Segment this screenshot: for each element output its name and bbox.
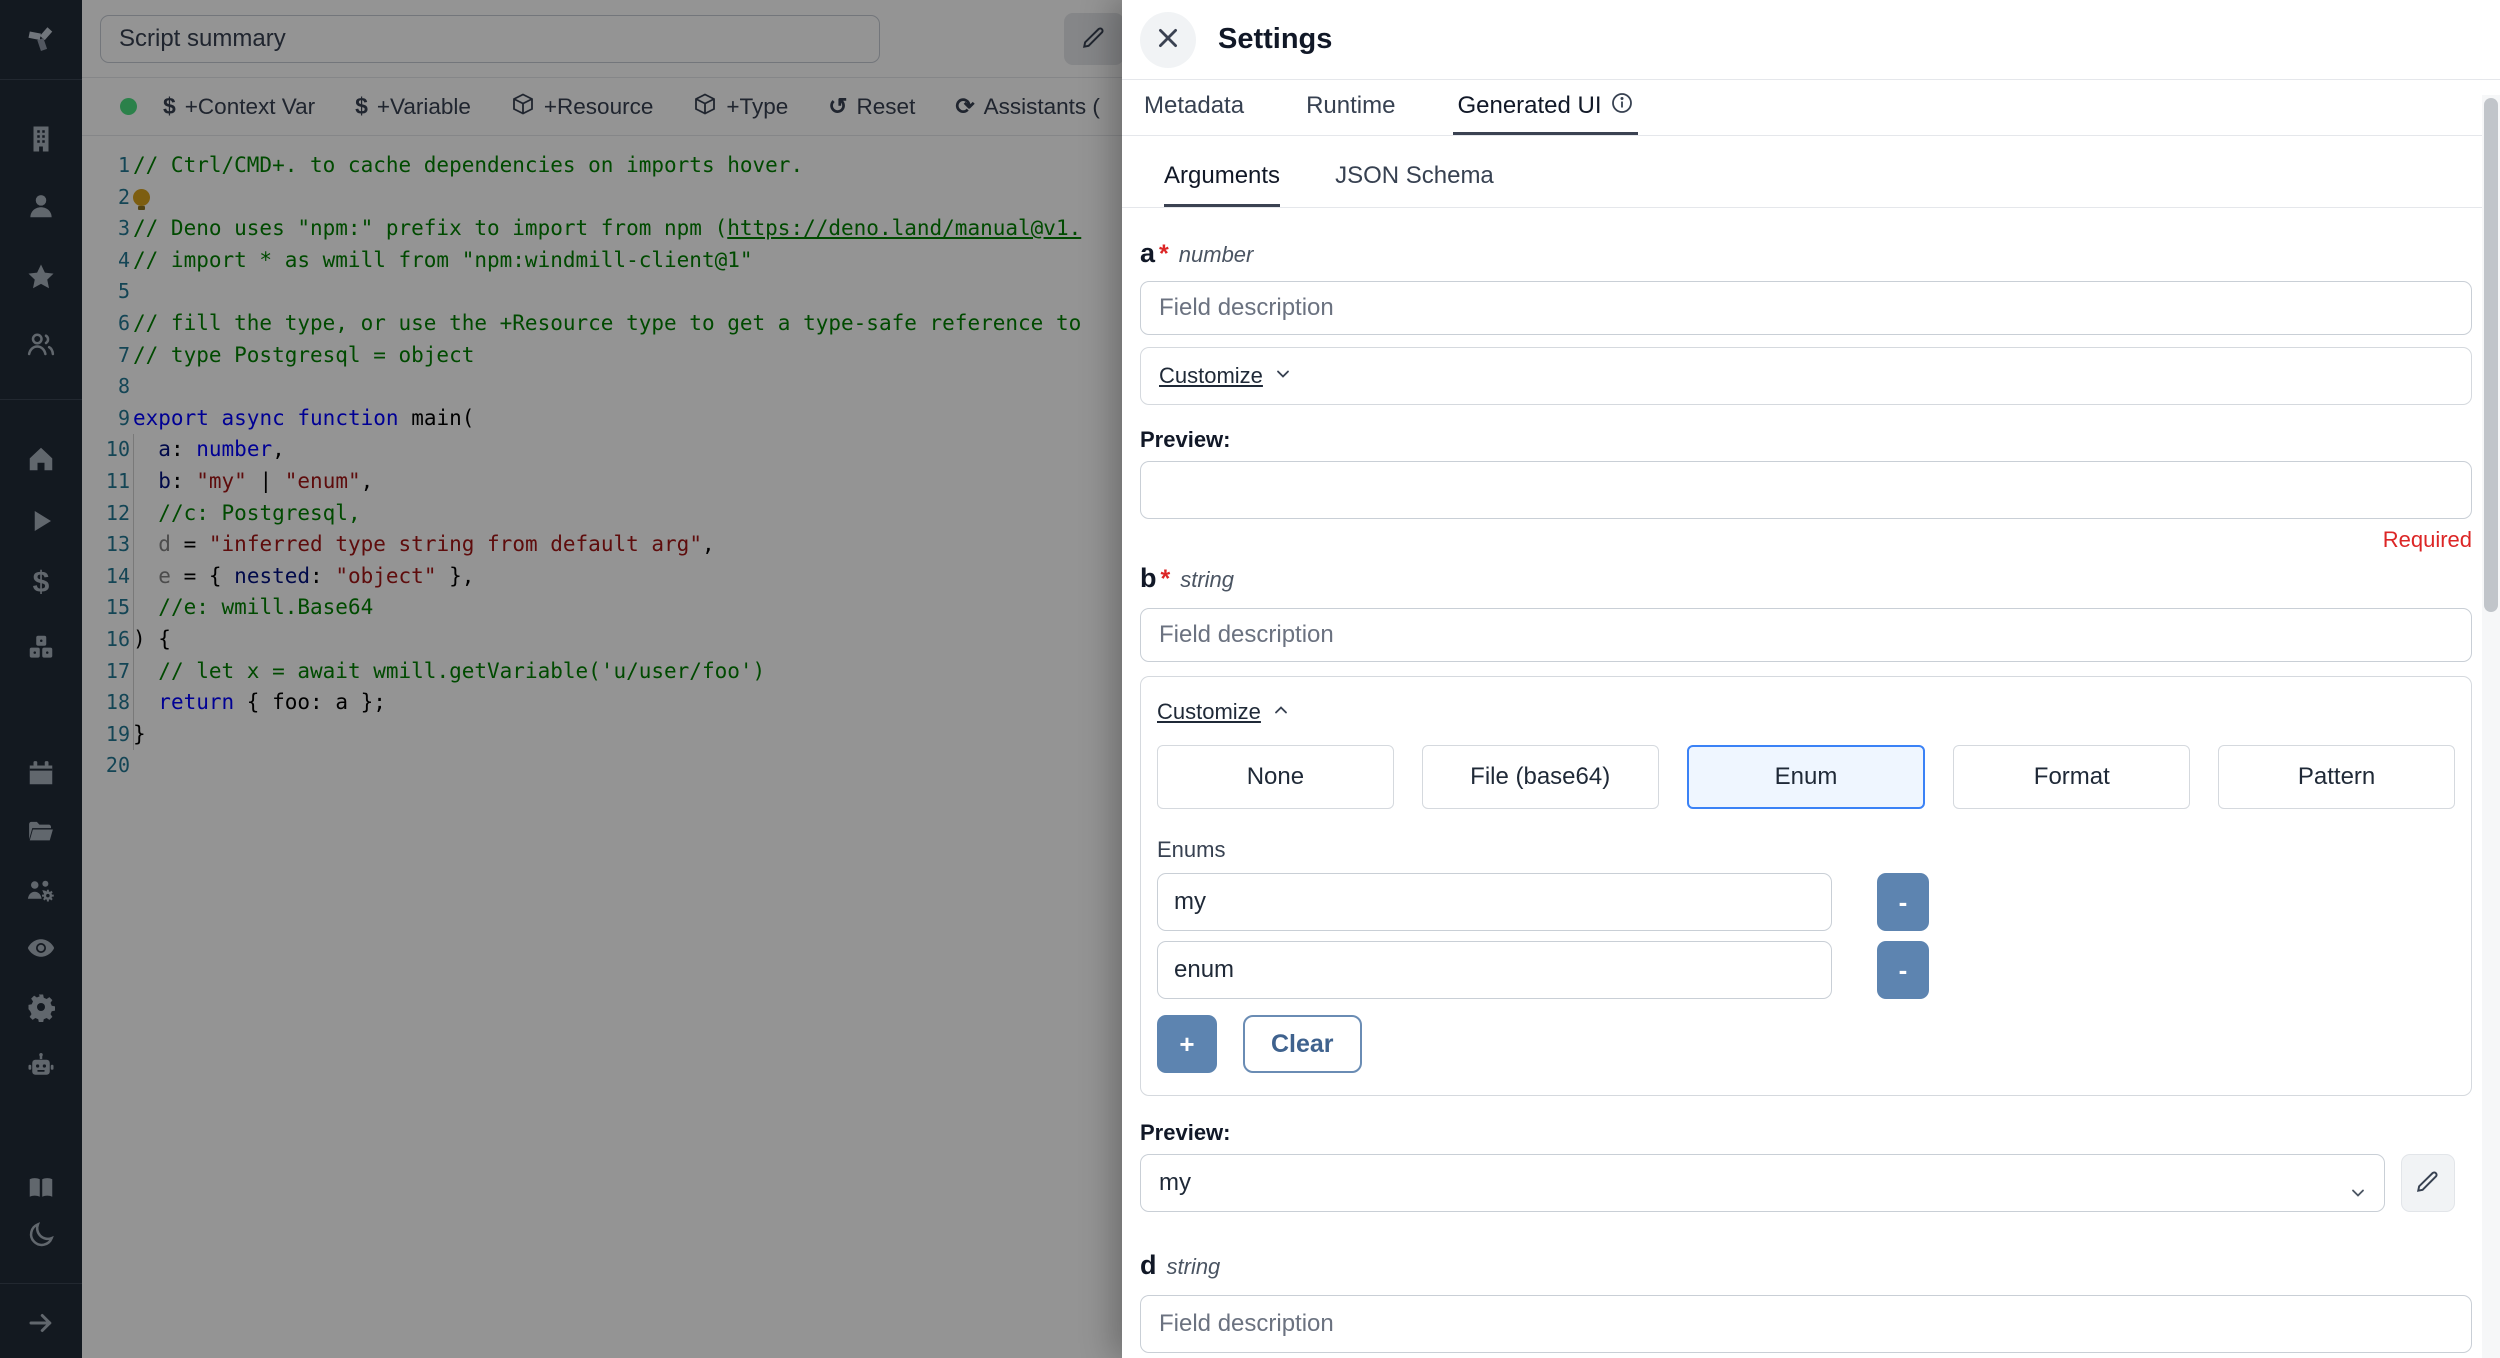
argument-field-a: a* number Customize Preview: Required (1140, 238, 2472, 553)
field-a-label: a * number (1140, 238, 1254, 268)
field-b-description-input[interactable] (1140, 608, 2472, 662)
subtab-arguments[interactable]: Arguments (1164, 162, 1281, 207)
drawer-backdrop[interactable] (0, 0, 1122, 1358)
remove-enum-button[interactable]: - (1877, 873, 1929, 931)
field-b-type-options: None File (base64) Enum Format Pattern (1157, 745, 2455, 809)
remove-enum-button[interactable]: - (1877, 941, 1929, 999)
drawer-header: Settings (1122, 0, 2500, 80)
enum-value-input[interactable] (1157, 941, 1832, 999)
argument-field-d: d string Customize (1140, 1250, 2472, 1358)
option-pattern-button[interactable]: Pattern (2218, 745, 2455, 809)
field-d-label: d string (1140, 1250, 1221, 1280)
option-enum-button[interactable]: Enum (1686, 745, 1926, 809)
field-b-preview-select[interactable]: my (1140, 1154, 2385, 1212)
chevron-down-icon (1273, 364, 1293, 389)
field-b-customize-box: Customize None File (base64) Enum Format… (1140, 676, 2472, 1096)
close-icon (1155, 25, 1181, 54)
required-asterisk: * (1159, 240, 1169, 268)
tab-runtime[interactable]: Runtime (1302, 80, 1399, 135)
enum-actions: + Clear (1157, 1015, 2455, 1073)
option-file-base64-button[interactable]: File (base64) (1421, 745, 1659, 809)
info-icon (1610, 91, 1634, 122)
close-button[interactable] (1140, 11, 1196, 68)
field-b-label: b * string (1140, 563, 1235, 593)
field-d-description-input[interactable] (1140, 1295, 2472, 1353)
clear-enums-button[interactable]: Clear (1243, 1015, 1362, 1073)
argument-field-b: b* string Customize None File (base64) E… (1140, 563, 2472, 1212)
chevron-up-icon (1271, 700, 1291, 725)
field-a-description-input[interactable] (1140, 281, 2472, 335)
enum-row: - (1157, 941, 2455, 999)
panel-scrollbar-thumb[interactable] (2484, 98, 2498, 612)
settings-tabbar: Metadata Runtime Generated UI (1122, 80, 2500, 136)
field-b-preview-edit-button[interactable] (2401, 1154, 2455, 1212)
option-none-button[interactable]: None (1157, 745, 1394, 809)
field-a-customize-toggle[interactable]: Customize (1141, 348, 2471, 404)
pencil-icon (2415, 1169, 2441, 1198)
field-b-preview-row: my (1140, 1154, 2472, 1212)
required-asterisk: * (1160, 565, 1171, 593)
settings-drawer: Settings Metadata Runtime Generated UI A… (1122, 0, 2500, 1358)
field-a-preview-input[interactable] (1140, 461, 2472, 519)
settings-body: Arguments JSON Schema a* number Customiz… (1122, 136, 2500, 1358)
drawer-title: Settings (1218, 23, 1333, 55)
app-screen: $ Script summary $ +Context Var $ +Varia… (0, 0, 2500, 1358)
panel-scrollbar[interactable] (2482, 95, 2500, 1358)
tab-metadata[interactable]: Metadata (1140, 80, 1248, 135)
field-a-required-error: Required (2382, 527, 2472, 552)
schema-subtabs: Arguments JSON Schema (1122, 136, 2500, 208)
option-format-button[interactable]: Format (1953, 745, 2191, 809)
enum-value-input[interactable] (1157, 873, 1832, 931)
tab-generated-ui[interactable]: Generated UI (1453, 80, 1638, 135)
field-a-customize-box: Customize (1140, 347, 2472, 405)
field-b-customize-toggle[interactable]: Customize (1157, 693, 2455, 731)
add-enum-button[interactable]: + (1157, 1015, 1217, 1073)
subtab-json-schema[interactable]: JSON Schema (1335, 162, 1494, 207)
enum-row: - (1157, 873, 2455, 931)
